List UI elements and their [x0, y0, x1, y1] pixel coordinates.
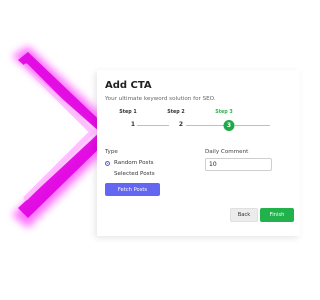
radio-selected-posts[interactable]: Selected Posts	[105, 171, 155, 177]
daily-comment-label: Daily Comment	[205, 149, 249, 155]
step-3-indicator[interactable]: 3	[223, 120, 235, 131]
fetch-posts-button[interactable]: Fetch Posts	[105, 183, 160, 196]
radio-selected-posts-label: Selected Posts	[114, 171, 155, 177]
step-2-number[interactable]: 2	[179, 121, 183, 128]
daily-comment-input[interactable]	[205, 158, 272, 171]
radio-random-posts-label: Random Posts	[114, 160, 154, 166]
type-label: Type	[105, 149, 118, 155]
back-button[interactable]: Back	[230, 208, 258, 222]
radio-random-posts[interactable]: Random Posts	[105, 160, 154, 166]
add-cta-modal: Add CTA Your ultimate keyword solution f…	[97, 70, 300, 236]
finish-button[interactable]: Finish	[260, 208, 294, 222]
step-connector-3	[235, 125, 270, 126]
step-2-label: Step 2	[167, 110, 185, 115]
step-1-number[interactable]: 1	[131, 121, 135, 128]
step-1-label: Step 1	[119, 110, 137, 115]
radio-checked-icon[interactable]	[105, 160, 110, 166]
modal-title: Add CTA	[105, 80, 152, 91]
stepper: Step 1 1 Step 2 2 Step 3 3	[97, 108, 300, 138]
step-connector-2	[186, 125, 224, 126]
modal-subtitle: Your ultimate keyword solution for SEO.	[105, 96, 216, 102]
step-connector-1	[137, 125, 169, 126]
step-3-label: Step 3	[215, 110, 233, 115]
